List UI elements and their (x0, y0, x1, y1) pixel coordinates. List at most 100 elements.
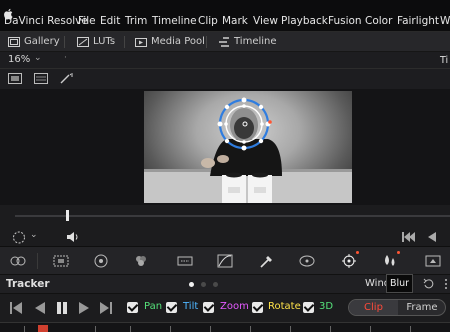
menu-edit[interactable]: Edit (100, 14, 120, 28)
viewer-timeline-label: Ti (440, 55, 449, 66)
page-dot[interactable] (201, 282, 206, 287)
divider (206, 36, 207, 48)
menu-app-name[interactable]: DaVinci Resolve (4, 14, 88, 28)
tracker-timeline-ruler[interactable] (0, 322, 450, 332)
luts-button[interactable]: LUTs (77, 35, 115, 49)
qualifier-eyedropper-icon[interactable] (258, 253, 276, 269)
zoom-level[interactable]: 16% (8, 54, 30, 65)
color-wheels-icon[interactable] (92, 253, 110, 269)
gallery-icon (8, 37, 20, 47)
scrub-track[interactable] (15, 215, 450, 217)
ruler-tick (410, 326, 411, 332)
divider (64, 36, 65, 48)
page-dot-active[interactable] (189, 282, 194, 287)
track-to-start-icon[interactable] (10, 302, 22, 314)
clip-mode-button[interactable]: Clip (349, 300, 398, 315)
reset-icon[interactable] (423, 278, 435, 290)
viewer-header: 16% ⌄ · Ti (0, 52, 450, 69)
rotate-label: Rotate (268, 301, 301, 312)
menu-fairlight[interactable]: Fairlight (397, 14, 439, 28)
pan-label: Pan (144, 301, 163, 312)
pan-checkbox[interactable] (127, 302, 138, 313)
track-reverse-icon[interactable] (34, 302, 46, 314)
page-dot[interactable] (213, 282, 218, 287)
divider (37, 253, 38, 269)
active-indicator-dot (397, 251, 400, 254)
track-to-end-icon[interactable] (100, 302, 112, 314)
ruler-tick (330, 326, 331, 332)
ruler-tick (130, 326, 131, 332)
menu-timeline[interactable]: Timeline (152, 14, 197, 28)
gallery-label: Gallery (24, 36, 60, 47)
menu-bar: DaVinci Resolve File Edit Trim Timeline … (0, 0, 450, 32)
window-icon[interactable] (298, 253, 316, 269)
tracker-icon[interactable] (340, 253, 358, 269)
ruler-tick (210, 326, 211, 332)
single-viewer-icon[interactable] (8, 73, 22, 84)
key-icon[interactable] (424, 253, 442, 269)
timeline-button[interactable]: Timeline (218, 35, 277, 49)
menu-clip[interactable]: Clip (198, 14, 218, 28)
viewer-canvas[interactable] (0, 89, 450, 205)
video-frame[interactable] (144, 91, 352, 203)
track-forward-icon[interactable] (78, 302, 90, 314)
tracker-controls: Pan Tilt Zoom Rotate 3D Clip Frame (0, 294, 450, 322)
ruler-tick (95, 326, 96, 332)
ruler-tick (24, 326, 25, 332)
chevron-down-icon[interactable]: ⌄ (30, 230, 38, 240)
blur-icon[interactable] (381, 253, 399, 269)
tracker-header: Tracker Wind (0, 275, 450, 294)
timeline-label: Timeline (234, 36, 277, 47)
video-image (144, 97, 352, 203)
viewer-tool-row (0, 69, 450, 89)
clip-frame-toggle: Clip Frame (348, 299, 446, 316)
motion-effects-icon[interactable] (176, 253, 194, 269)
frame-mode-button[interactable]: Frame (398, 300, 445, 315)
ruler-tick (170, 326, 171, 332)
3d-checkbox[interactable] (303, 302, 314, 313)
viewer-scrubber[interactable] (0, 205, 450, 227)
playhead[interactable] (66, 210, 69, 221)
play-reverse-icon[interactable] (428, 232, 436, 242)
gallery-button[interactable]: Gallery (8, 35, 60, 49)
ruler-tick (250, 326, 251, 332)
menu-color[interactable]: Color (365, 14, 392, 28)
rgb-mixer-icon[interactable] (132, 253, 150, 269)
zoom-label: Zoom (220, 301, 249, 312)
3d-label: 3D (319, 301, 334, 312)
go-to-start-icon[interactable] (402, 232, 415, 242)
curves-icon[interactable] (216, 253, 234, 269)
options-dots-icon[interactable]: · (64, 53, 67, 63)
viewer-controls: ⌄ (0, 227, 450, 247)
tilt-label: Tilt (183, 301, 199, 312)
active-indicator-dot (356, 251, 359, 254)
menu-view[interactable]: View (253, 14, 278, 28)
menu-file[interactable]: File (78, 14, 96, 28)
menu-fusion[interactable]: Fusion (328, 14, 362, 28)
options-icon[interactable] (440, 278, 450, 290)
blur-tooltip: Blur (386, 274, 413, 293)
pause-icon[interactable] (56, 302, 68, 314)
luts-icon (77, 37, 89, 47)
chevron-down-icon[interactable]: ⌄ (34, 53, 42, 63)
speaker-icon[interactable] (66, 231, 80, 243)
ruler-tick (370, 326, 371, 332)
tracker-playhead[interactable] (38, 325, 48, 332)
zoom-checkbox[interactable] (203, 302, 214, 313)
divider (124, 36, 125, 48)
menu-workspace[interactable]: Wo (440, 14, 450, 28)
media-pool-button[interactable]: Media Pool (135, 35, 205, 49)
rotate-checkbox[interactable] (252, 302, 263, 313)
magic-wand-icon[interactable] (60, 73, 74, 84)
menu-mark[interactable]: Mark (222, 14, 248, 28)
camera-raw-icon[interactable] (9, 253, 27, 269)
menu-trim[interactable]: Trim (125, 14, 147, 28)
tilt-checkbox[interactable] (166, 302, 177, 313)
menu-playback[interactable]: Playback (281, 14, 328, 28)
window-shape-icon[interactable] (12, 231, 26, 244)
media-pool-icon (135, 38, 147, 47)
media-pool-label: Media Pool (151, 36, 205, 47)
tracker-title: Tracker (6, 278, 50, 290)
split-viewer-icon[interactable] (34, 73, 48, 84)
color-match-icon[interactable] (52, 253, 70, 269)
